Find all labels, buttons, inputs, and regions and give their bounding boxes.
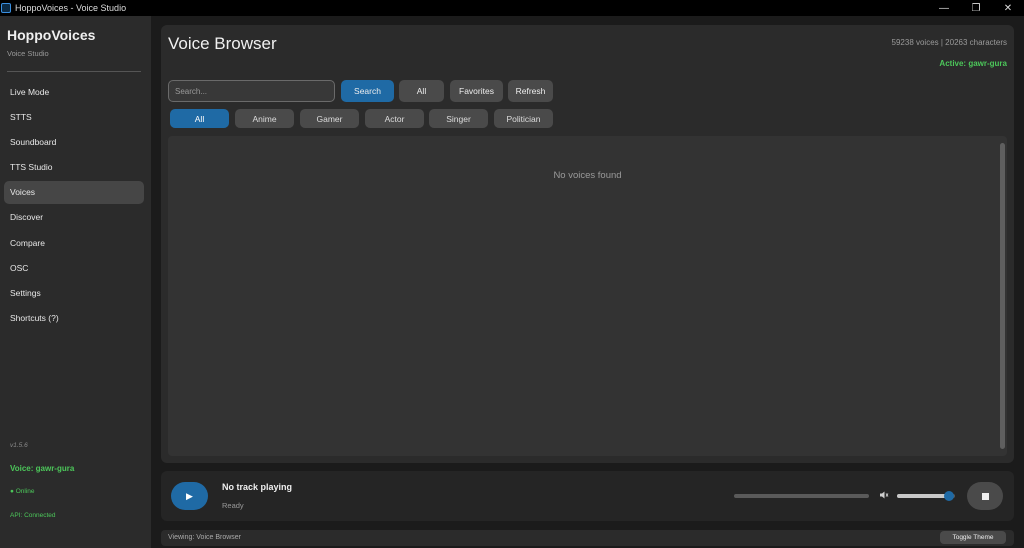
- sidebar-item-stts[interactable]: STTS: [4, 105, 144, 128]
- close-icon[interactable]: ✕: [992, 0, 1024, 16]
- play-icon: ▶: [186, 490, 193, 501]
- sidebar-item-shortcuts[interactable]: Shortcuts (?): [4, 307, 144, 330]
- brand-subtitle: Voice Studio: [7, 49, 49, 58]
- playback-progress-slider[interactable]: [734, 494, 869, 498]
- sidebar-item-soundboard[interactable]: Soundboard: [4, 130, 144, 153]
- brand-title: HoppoVoices: [7, 27, 96, 43]
- current-voice-label: Voice: gawr-gura: [10, 464, 75, 473]
- volume-icon[interactable]: [879, 490, 889, 500]
- sidebar-item-discover[interactable]: Discover: [4, 206, 144, 229]
- track-status: Ready: [222, 501, 244, 510]
- api-status: API: Connected: [10, 512, 56, 519]
- play-button[interactable]: ▶: [171, 482, 208, 510]
- category-singer[interactable]: Singer: [429, 109, 488, 128]
- voice-browser-panel: Voice Browser 59238 voices | 20263 chara…: [161, 25, 1014, 463]
- search-button[interactable]: Search: [341, 80, 394, 102]
- sidebar-item-live-mode[interactable]: Live Mode: [4, 80, 144, 103]
- stop-icon: [981, 492, 989, 500]
- minimize-icon[interactable]: —: [928, 0, 960, 16]
- sidebar-item-tts-studio[interactable]: TTS Studio: [4, 156, 144, 179]
- window-titlebar: HoppoVoices - Voice Studio — ❐ ✕: [0, 0, 1024, 16]
- sidebar-item-compare[interactable]: Compare: [4, 231, 144, 254]
- active-voice-label: Active: gawr-gura: [939, 59, 1007, 68]
- volume-slider[interactable]: [897, 491, 955, 501]
- sidebar-item-voices[interactable]: Voices: [4, 180, 144, 204]
- app-icon: [1, 3, 11, 13]
- page-title: Voice Browser: [168, 34, 277, 53]
- voice-list-scrollbar[interactable]: [1000, 143, 1005, 449]
- window-title: HoppoVoices - Voice Studio: [15, 3, 127, 13]
- app-version: v1.5.6: [10, 442, 28, 449]
- sidebar-item-settings[interactable]: Settings: [4, 282, 144, 305]
- restore-icon[interactable]: ❐: [960, 0, 992, 16]
- refresh-button[interactable]: Refresh: [508, 80, 553, 102]
- category-politician[interactable]: Politician: [494, 109, 553, 128]
- category-actor[interactable]: Actor: [365, 109, 424, 128]
- track-title: No track playing: [222, 482, 293, 492]
- category-gamer[interactable]: Gamer: [300, 109, 359, 128]
- online-status: ● Online: [10, 488, 35, 495]
- window-controls: — ❐ ✕: [928, 0, 1024, 16]
- sidebar-nav: Live Mode STTS Soundboard TTS Studio Voi…: [4, 80, 144, 332]
- search-input[interactable]: [168, 80, 335, 102]
- volume-slider-handle[interactable]: [944, 491, 955, 501]
- toggle-theme-button[interactable]: Toggle Theme: [940, 531, 1006, 544]
- favorites-button[interactable]: Favorites: [450, 80, 503, 102]
- voice-stats: 59238 voices | 20263 characters: [891, 38, 1007, 47]
- volume-fill: [897, 494, 950, 498]
- status-bar: Viewing: Voice Browser Toggle Theme: [161, 530, 1014, 546]
- empty-state-message: No voices found: [553, 170, 622, 181]
- stop-button[interactable]: [967, 482, 1003, 510]
- sidebar: HoppoVoices Voice Studio Live Mode STTS …: [0, 16, 151, 548]
- all-button[interactable]: All: [399, 80, 444, 102]
- category-all[interactable]: All: [170, 109, 229, 128]
- category-anime[interactable]: Anime: [235, 109, 294, 128]
- viewing-status: Viewing: Voice Browser: [168, 534, 242, 541]
- sidebar-divider: [7, 71, 141, 72]
- sidebar-item-osc[interactable]: OSC: [4, 256, 144, 279]
- voice-list: No voices found: [168, 136, 1007, 456]
- audio-player: ▶ No track playing Ready: [161, 471, 1014, 521]
